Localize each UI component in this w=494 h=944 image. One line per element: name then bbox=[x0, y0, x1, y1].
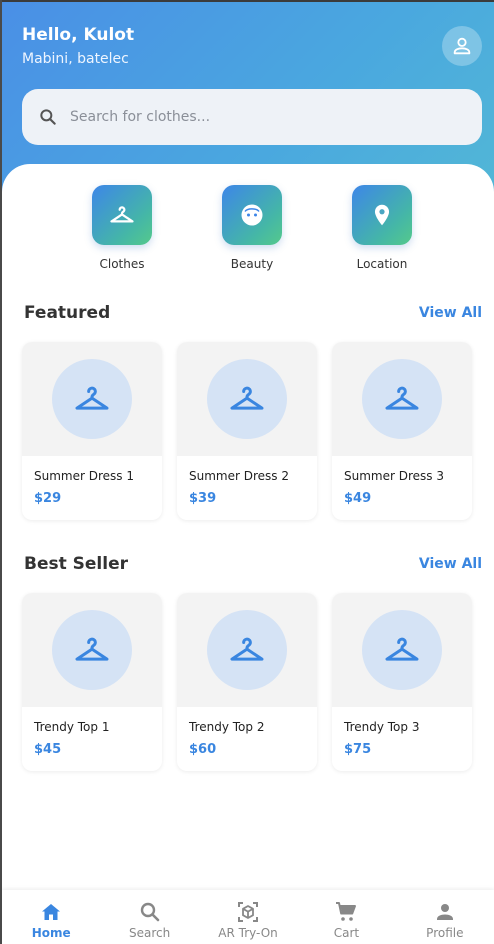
category-clothes[interactable]: Clothes bbox=[72, 185, 172, 271]
category-location[interactable]: Location bbox=[332, 185, 432, 271]
category-label: Beauty bbox=[230, 257, 274, 271]
greeting-text: Hello, Kulot bbox=[22, 25, 135, 45]
category-label: Location bbox=[356, 257, 408, 271]
product-name: Summer Dress 1 bbox=[34, 469, 134, 483]
product-image bbox=[177, 593, 317, 707]
product-card[interactable]: Summer Dress 3 $49 bbox=[332, 342, 472, 520]
hanger-icon bbox=[230, 637, 264, 661]
image-placeholder bbox=[362, 359, 442, 439]
product-name: Summer Dress 3 bbox=[344, 469, 444, 483]
hanger-icon bbox=[75, 386, 109, 410]
ar-cube-icon bbox=[238, 902, 259, 922]
product-card[interactable]: Trendy Top 3 $75 bbox=[332, 593, 472, 771]
product-image bbox=[332, 593, 472, 707]
main-content: Clothes Beauty Location Featured View Al… bbox=[2, 164, 494, 944]
product-price: $49 bbox=[344, 491, 372, 506]
nav-label: Cart bbox=[333, 926, 360, 940]
product-name: Trendy Top 1 bbox=[34, 720, 110, 734]
nav-profile[interactable]: Profile bbox=[396, 890, 494, 944]
category-tile bbox=[352, 185, 412, 245]
product-card[interactable]: Summer Dress 1 $29 bbox=[22, 342, 162, 520]
product-card[interactable]: Trendy Top 2 $60 bbox=[177, 593, 317, 771]
nav-home[interactable]: Home bbox=[2, 890, 100, 944]
user-location: Mabini, batelec bbox=[22, 51, 129, 67]
nav-label: Home bbox=[31, 926, 71, 940]
nav-search[interactable]: Search bbox=[100, 890, 198, 944]
category-label: Clothes bbox=[99, 257, 145, 271]
bottom-navigation: Home Search AR Try-On Cart Profile bbox=[2, 890, 494, 944]
product-image bbox=[22, 342, 162, 456]
featured-view-all-link[interactable]: View All bbox=[419, 305, 482, 321]
image-placeholder bbox=[52, 610, 132, 690]
nav-label: Profile bbox=[426, 926, 464, 940]
profile-button[interactable] bbox=[442, 26, 482, 66]
product-card[interactable]: Summer Dress 2 $39 bbox=[177, 342, 317, 520]
product-name: Trendy Top 3 bbox=[344, 720, 420, 734]
search-bar[interactable] bbox=[22, 89, 482, 145]
product-name: Summer Dress 2 bbox=[189, 469, 289, 483]
product-image bbox=[22, 593, 162, 707]
hanger-icon bbox=[110, 206, 134, 223]
product-price: $45 bbox=[34, 742, 62, 757]
product-price: $75 bbox=[344, 742, 372, 757]
image-placeholder bbox=[362, 610, 442, 690]
location-pin-icon bbox=[374, 204, 390, 226]
person-icon bbox=[436, 904, 453, 920]
product-name: Trendy Top 2 bbox=[189, 720, 265, 734]
search-icon bbox=[38, 107, 58, 127]
best-seller-title: Best Seller bbox=[24, 554, 128, 574]
window-frame-top bbox=[0, 0, 494, 2]
best-seller-view-all-link[interactable]: View All bbox=[419, 556, 482, 572]
category-beauty[interactable]: Beauty bbox=[202, 185, 302, 271]
hanger-icon bbox=[385, 637, 419, 661]
cart-icon bbox=[336, 902, 357, 921]
category-tile bbox=[222, 185, 282, 245]
product-image bbox=[177, 342, 317, 456]
product-price: $60 bbox=[189, 742, 217, 757]
nav-label: Search bbox=[128, 926, 171, 940]
person-icon bbox=[453, 37, 471, 55]
home-icon bbox=[42, 904, 61, 920]
image-placeholder bbox=[207, 359, 287, 439]
search-input[interactable] bbox=[70, 109, 460, 125]
product-card[interactable]: Trendy Top 1 $45 bbox=[22, 593, 162, 771]
product-price: $29 bbox=[34, 491, 62, 506]
product-image bbox=[332, 342, 472, 456]
category-tile bbox=[92, 185, 152, 245]
image-placeholder bbox=[52, 359, 132, 439]
product-price: $39 bbox=[189, 491, 217, 506]
window-frame-left bbox=[0, 0, 2, 944]
nav-ar-try-on[interactable]: AR Try-On bbox=[199, 890, 297, 944]
featured-title: Featured bbox=[24, 303, 111, 323]
hanger-icon bbox=[75, 637, 109, 661]
nav-label: AR Try-On bbox=[218, 926, 278, 940]
nav-cart[interactable]: Cart bbox=[297, 890, 395, 944]
hanger-icon bbox=[385, 386, 419, 410]
home-screen: Hello, Kulot Mabini, batelec Search for … bbox=[0, 0, 494, 944]
search-icon bbox=[140, 902, 159, 922]
image-placeholder bbox=[207, 610, 287, 690]
face-icon bbox=[241, 204, 263, 226]
hanger-icon bbox=[230, 386, 264, 410]
